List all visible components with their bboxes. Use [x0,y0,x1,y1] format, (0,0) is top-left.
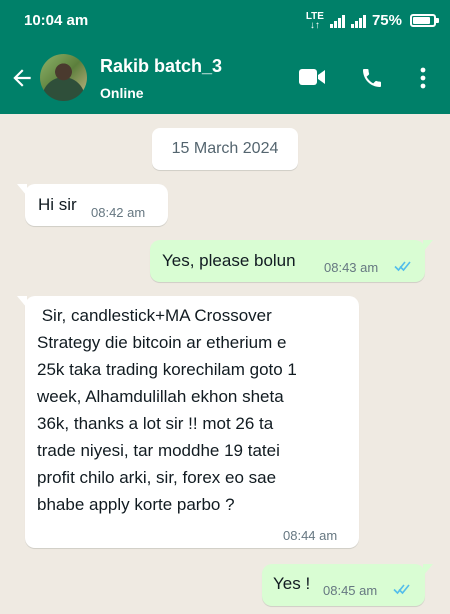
status-time: 10:04 am [24,12,89,29]
battery-percent: 75% [371,12,402,29]
more-vertical-icon[interactable] [418,66,428,90]
status-indicators: LTE ↓↑ 75% [305,10,439,31]
read-receipt-icon [394,261,411,272]
message-line: Sir, candlestick+MA Crossover [37,306,272,325]
signal-icon [350,14,366,28]
read-receipt-icon [393,584,410,595]
outgoing-message[interactable]: Yes ! 08:45 am [262,564,433,606]
message-time: 08:44 am [283,528,338,543]
chat-header: Rakib batch_3 Online [0,41,450,114]
outgoing-message[interactable]: Yes, please bolun 08:43 am [150,240,433,282]
message-line: 36k, thanks a lot sir !! mot 26 ta [37,414,274,433]
signal-icon [329,14,345,28]
battery-icon [410,14,439,27]
message-line: profit chilo arki, sir, forex eo sae [37,468,277,487]
message-line: bhabe apply korte parbo ? [37,495,235,514]
contact-status: Online [100,85,144,101]
phone-icon[interactable] [360,66,384,90]
message-time: 08:42 am [91,205,146,220]
lte-icon: LTE ↓↑ [305,10,324,31]
message-text: Sir, candlestick+MA Crossover Strategy d… [37,302,347,518]
message-line: week, Alhamdulillah ekhon sheta [37,387,284,406]
video-call-icon[interactable] [298,66,326,88]
incoming-message[interactable]: Sir, candlestick+MA Crossover Strategy d… [17,296,359,548]
contact-name[interactable]: Rakib batch_3 [100,56,222,77]
message-line: 25k taka trading korechilam goto 1 [37,360,297,379]
date-separator: 15 March 2024 [152,128,298,170]
message-line: Strategy die bitcoin ar etherium e [37,333,287,352]
back-arrow-icon[interactable] [9,65,35,91]
message-line: trade niyesi, tar moddhe 19 tatei [37,441,280,460]
status-bar: 10:04 am LTE ↓↑ 75% [0,0,450,41]
avatar[interactable] [40,54,87,101]
message-time: 08:43 am [324,260,379,275]
message-time: 08:45 am [323,583,378,598]
message-text: Yes, please bolun [162,251,296,270]
message-text: Yes ! [273,574,311,593]
incoming-message[interactable]: Hi sir 08:42 am [17,184,168,226]
message-text: Hi sir [38,195,77,214]
